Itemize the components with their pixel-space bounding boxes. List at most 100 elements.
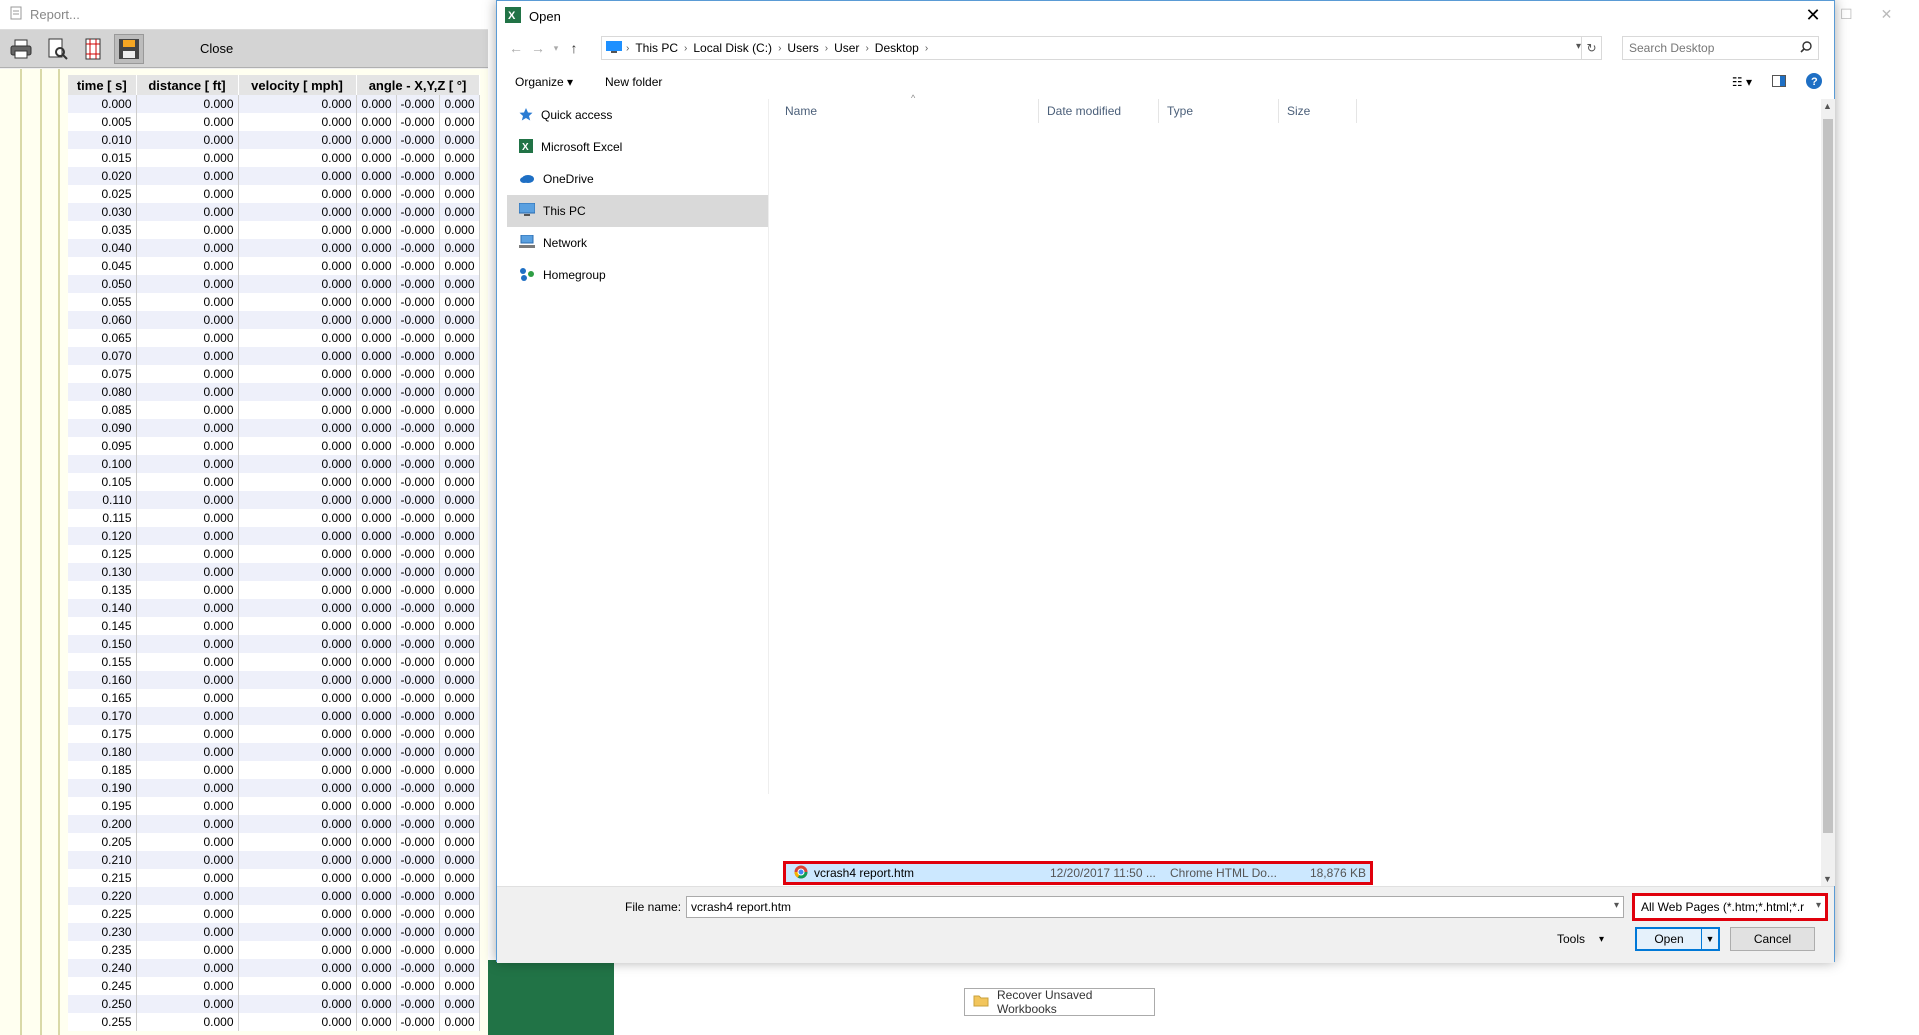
open-button[interactable]: Open ▼	[1635, 927, 1720, 951]
column-date-modified[interactable]: Date modified	[1039, 99, 1159, 123]
cancel-button[interactable]: Cancel	[1730, 927, 1815, 951]
forward-arrow-icon[interactable]: →	[527, 40, 549, 56]
back-arrow-icon[interactable]: ←	[505, 40, 527, 56]
breadcrumb-users[interactable]: Users	[787, 41, 818, 55]
organize-button[interactable]: Organize ▾	[515, 75, 573, 89]
close-icon[interactable]: ✕	[1881, 6, 1893, 23]
table-cell: 0.020	[68, 167, 137, 185]
table-cell: 0.000	[439, 887, 480, 905]
preview-pane-icon[interactable]	[1772, 74, 1786, 90]
table-cell: 0.000	[136, 257, 239, 275]
table-cell: 0.000	[356, 797, 397, 815]
table-cell: -0.000	[396, 959, 440, 977]
breadcrumb-separator: ›	[865, 42, 869, 54]
table-cell: -0.000	[396, 293, 440, 311]
scroll-thumb[interactable]	[1823, 119, 1833, 833]
table-cell: 0.150	[68, 635, 137, 653]
table-cell: 0.000	[238, 275, 357, 293]
breadcrumb-this-pc[interactable]: This PC	[635, 41, 678, 55]
table-cell: 0.200	[68, 815, 137, 833]
search-icon[interactable]	[1800, 41, 1812, 56]
nav-item-microsoft-excel[interactable]: X Microsoft Excel	[507, 131, 768, 163]
table-cell: 0.000	[356, 743, 397, 761]
table-cell: 0.000	[238, 1013, 357, 1031]
table-cell: 0.130	[68, 563, 137, 581]
column-type[interactable]: Type	[1159, 99, 1279, 123]
table-row: 0.165 0.000 0.000 0.000 -0.000 0.000	[68, 689, 480, 707]
search-input[interactable]: Search Desktop	[1622, 36, 1819, 60]
table-row: 0.220 0.000 0.000 0.000 -0.000 0.000	[68, 887, 480, 905]
table-cell: -0.000	[396, 167, 440, 185]
nav-item-onedrive[interactable]: OneDrive	[507, 163, 768, 195]
table-cell: 0.000	[439, 491, 480, 509]
recover-unsaved-workbooks-button[interactable]: Recover Unsaved Workbooks	[964, 988, 1155, 1016]
table-cell: -0.000	[396, 239, 440, 257]
table-row: 0.210 0.000 0.000 0.000 -0.000 0.000	[68, 851, 480, 869]
print-icon[interactable]	[6, 34, 36, 64]
scroll-up-icon[interactable]: ▲	[1823, 101, 1832, 111]
star-icon	[519, 107, 533, 124]
table-cell: 0.000	[136, 599, 239, 617]
refresh-icon[interactable]: ↻	[1581, 37, 1601, 59]
table-cell: 0.000	[356, 851, 397, 869]
table-cell: 0.000	[356, 617, 397, 635]
breadcrumb-local-disk[interactable]: Local Disk (C:)	[693, 41, 772, 55]
folder-icon	[973, 994, 989, 1010]
table-row: 0.075 0.000 0.000 0.000 -0.000 0.000	[68, 365, 480, 383]
table-cell: 0.195	[68, 797, 137, 815]
table-cell: 0.000	[136, 527, 239, 545]
table-cell: 0.000	[238, 581, 357, 599]
nav-item-network[interactable]: Network	[507, 227, 768, 259]
table-row: 0.160 0.000 0.000 0.000 -0.000 0.000	[68, 671, 480, 689]
table-cell: 0.000	[439, 383, 480, 401]
table-row: 0.030 0.000 0.000 0.000 -0.000 0.000	[68, 203, 480, 221]
print-preview-icon[interactable]	[42, 34, 72, 64]
vertical-scrollbar[interactable]: ▲ ▼	[1821, 99, 1835, 886]
table-row: 0.255 0.000 0.000 0.000 -0.000 0.000	[68, 1013, 480, 1031]
table-cell: 0.000	[439, 527, 480, 545]
nav-item-this-pc[interactable]: This PC	[507, 195, 768, 227]
file-name-input[interactable]: vcrash4 report.htm ▾	[686, 896, 1624, 918]
nav-item-homegroup[interactable]: Homegroup	[507, 259, 768, 291]
table-row: 0.065 0.000 0.000 0.000 -0.000 0.000	[68, 329, 480, 347]
table-cell: 0.000	[439, 347, 480, 365]
filter-dropdown-icon[interactable]: ▾	[1815, 900, 1821, 911]
save-icon[interactable]	[114, 33, 144, 64]
help-icon[interactable]: ?	[1806, 72, 1822, 92]
maximize-icon[interactable]: ☐	[1840, 6, 1853, 23]
scroll-down-icon[interactable]: ▼	[1823, 874, 1832, 884]
column-name[interactable]: Name	[777, 99, 1039, 123]
close-button[interactable]: Close	[200, 41, 233, 56]
address-bar[interactable]: › This PC › Local Disk (C:) › Users › Us…	[601, 36, 1602, 60]
recent-locations-chevron-icon[interactable]: ▾	[549, 43, 563, 54]
table-cell: -0.000	[396, 851, 440, 869]
table-cell: 0.000	[136, 419, 239, 437]
column-size[interactable]: Size	[1279, 99, 1357, 123]
tools-button[interactable]: Tools ▾	[1557, 927, 1604, 951]
breadcrumb-user[interactable]: User	[834, 41, 859, 55]
up-arrow-icon[interactable]: ↑	[563, 40, 585, 56]
table-cell: 0.000	[439, 563, 480, 581]
table-cell: 0.000	[439, 743, 480, 761]
page-setup-icon[interactable]	[78, 34, 108, 64]
table-cell: 0.000	[238, 149, 357, 167]
table-cell: 0.000	[356, 923, 397, 941]
table-cell: 0.000	[136, 149, 239, 167]
open-label: Open	[1654, 932, 1684, 946]
nav-item-quick-access[interactable]: Quick access	[507, 99, 768, 131]
file-name-cell: vcrash4 report.htm	[786, 865, 1050, 882]
change-view-icon[interactable]: ☷ ▾	[1732, 75, 1752, 89]
table-cell: 0.210	[68, 851, 137, 869]
new-folder-button[interactable]: New folder	[605, 75, 662, 89]
open-options-dropdown-icon[interactable]: ▼	[1701, 929, 1718, 949]
table-cell: 0.000	[68, 95, 137, 113]
table-cell: 0.000	[356, 563, 397, 581]
file-name-dropdown-icon[interactable]: ▾	[1614, 900, 1619, 911]
file-row[interactable]: vcrash4 report.htm 12/20/2017 11:50 ... …	[783, 861, 1373, 885]
dialog-close-icon[interactable]: ✕	[1800, 5, 1826, 27]
breadcrumb-desktop[interactable]: Desktop	[875, 41, 919, 55]
file-type-filter[interactable]: All Web Pages (*.htm;*.html;*.r ▾	[1632, 893, 1828, 921]
column-headers: Name Date modified Type Size	[777, 99, 1357, 123]
table-cell: 0.000	[439, 761, 480, 779]
table-cell: 0.000	[238, 905, 357, 923]
